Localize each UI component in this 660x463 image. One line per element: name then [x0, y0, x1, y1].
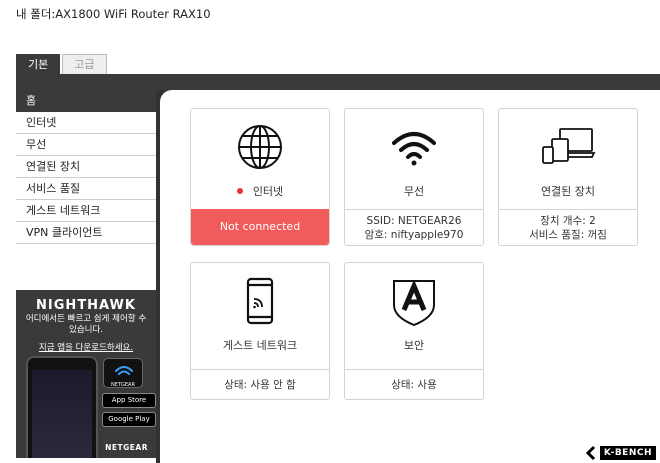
app-store-badge[interactable]: App Store: [102, 393, 156, 408]
nighthawk-app-banner[interactable]: NIGHTHAWK 어디에서든 빠르고 쉽게 제어할 수 있습니다. 지금 앱을…: [16, 290, 156, 458]
internet-label: 인터넷: [252, 185, 284, 198]
tab-advanced[interactable]: 고급: [62, 54, 107, 74]
wireless-password: 암호: niftyapple970: [364, 229, 464, 241]
shield-icon: [345, 277, 483, 327]
phone-illustration: [26, 356, 98, 458]
sidebar-item-home[interactable]: 홈: [16, 90, 156, 112]
internet-card[interactable]: 인터넷 Not connected: [190, 108, 330, 246]
tab-bar: 기본 고급: [16, 54, 107, 74]
sidebar-item-wireless[interactable]: 무선: [16, 134, 156, 156]
page-title: 내 폴더:AX1800 WiFi Router RAX10: [16, 7, 211, 21]
sidebar-item-vpn-client[interactable]: VPN 클라이언트: [16, 222, 156, 244]
wireless-card[interactable]: 무선 SSID: NETGEAR26 암호: niftyapple970: [344, 108, 484, 246]
guest-network-card[interactable]: 게스트 네트워크 상태: 사용 안 함: [190, 262, 330, 400]
google-play-badge[interactable]: Google Play: [102, 412, 156, 427]
status-dot: [236, 188, 243, 194]
dashboard: 인터넷 Not connected 무선 SSID: NETGEAR26 암호:…: [160, 90, 660, 463]
security-status: 상태: 사용: [345, 369, 483, 399]
security-card[interactable]: 보안 상태: 사용: [344, 262, 484, 400]
guest-network-status: 상태: 사용 안 함: [191, 369, 329, 399]
wireless-label: 무선: [403, 185, 425, 198]
nighthawk-logo: NIGHTHAWK: [36, 298, 136, 313]
guest-network-label: 게스트 네트워크: [222, 339, 298, 352]
wireless-ssid: SSID: NETGEAR26: [366, 215, 462, 227]
sidebar-item-guest-network[interactable]: 게스트 네트워크: [16, 200, 156, 222]
internet-status: Not connected: [191, 209, 329, 245]
globe-icon: [191, 123, 329, 171]
nighthawk-app-icon: NETGEAR: [103, 358, 143, 388]
sidebar-item-attached-devices[interactable]: 연결된 장치: [16, 156, 156, 178]
banner-description: 어디에서든 빠르고 쉽게 제어할 수 있습니다.: [25, 314, 147, 335]
sidebar: 홈 인터넷 무선 연결된 장치 서비스 품질 게스트 네트워크 VPN 클라이언…: [16, 90, 156, 244]
devices-icon: [499, 123, 637, 171]
wifi-icon: [345, 123, 483, 171]
netgear-logo: NETGEAR: [105, 443, 148, 452]
download-link[interactable]: 지금 앱을 다운로드하세요.: [16, 341, 156, 353]
tab-underline-bar: [16, 74, 660, 90]
router-admin-page: 내 폴더:AX1800 WiFi Router RAX10 기본 고급 홈 인터…: [0, 0, 660, 463]
sidebar-item-internet[interactable]: 인터넷: [16, 112, 156, 134]
sidebar-item-qos[interactable]: 서비스 품질: [16, 178, 156, 200]
app-icon-label: NETGEAR: [111, 382, 135, 388]
kbench-logo-icon: [585, 445, 595, 461]
qos-status: 서비스 품질: 꺼짐: [529, 229, 607, 241]
phone-wifi-icon: [191, 277, 329, 325]
watermark: K-BENCH: [584, 445, 656, 461]
devices-label: 연결된 장치: [540, 185, 596, 198]
device-count: 장치 개수: 2: [540, 215, 596, 227]
devices-card[interactable]: 연결된 장치 장치 개수: 2 서비스 품질: 꺼짐: [498, 108, 638, 246]
watermark-text: K-BENCH: [599, 446, 656, 460]
tab-basic[interactable]: 기본: [16, 54, 61, 74]
security-label: 보안: [403, 339, 425, 352]
